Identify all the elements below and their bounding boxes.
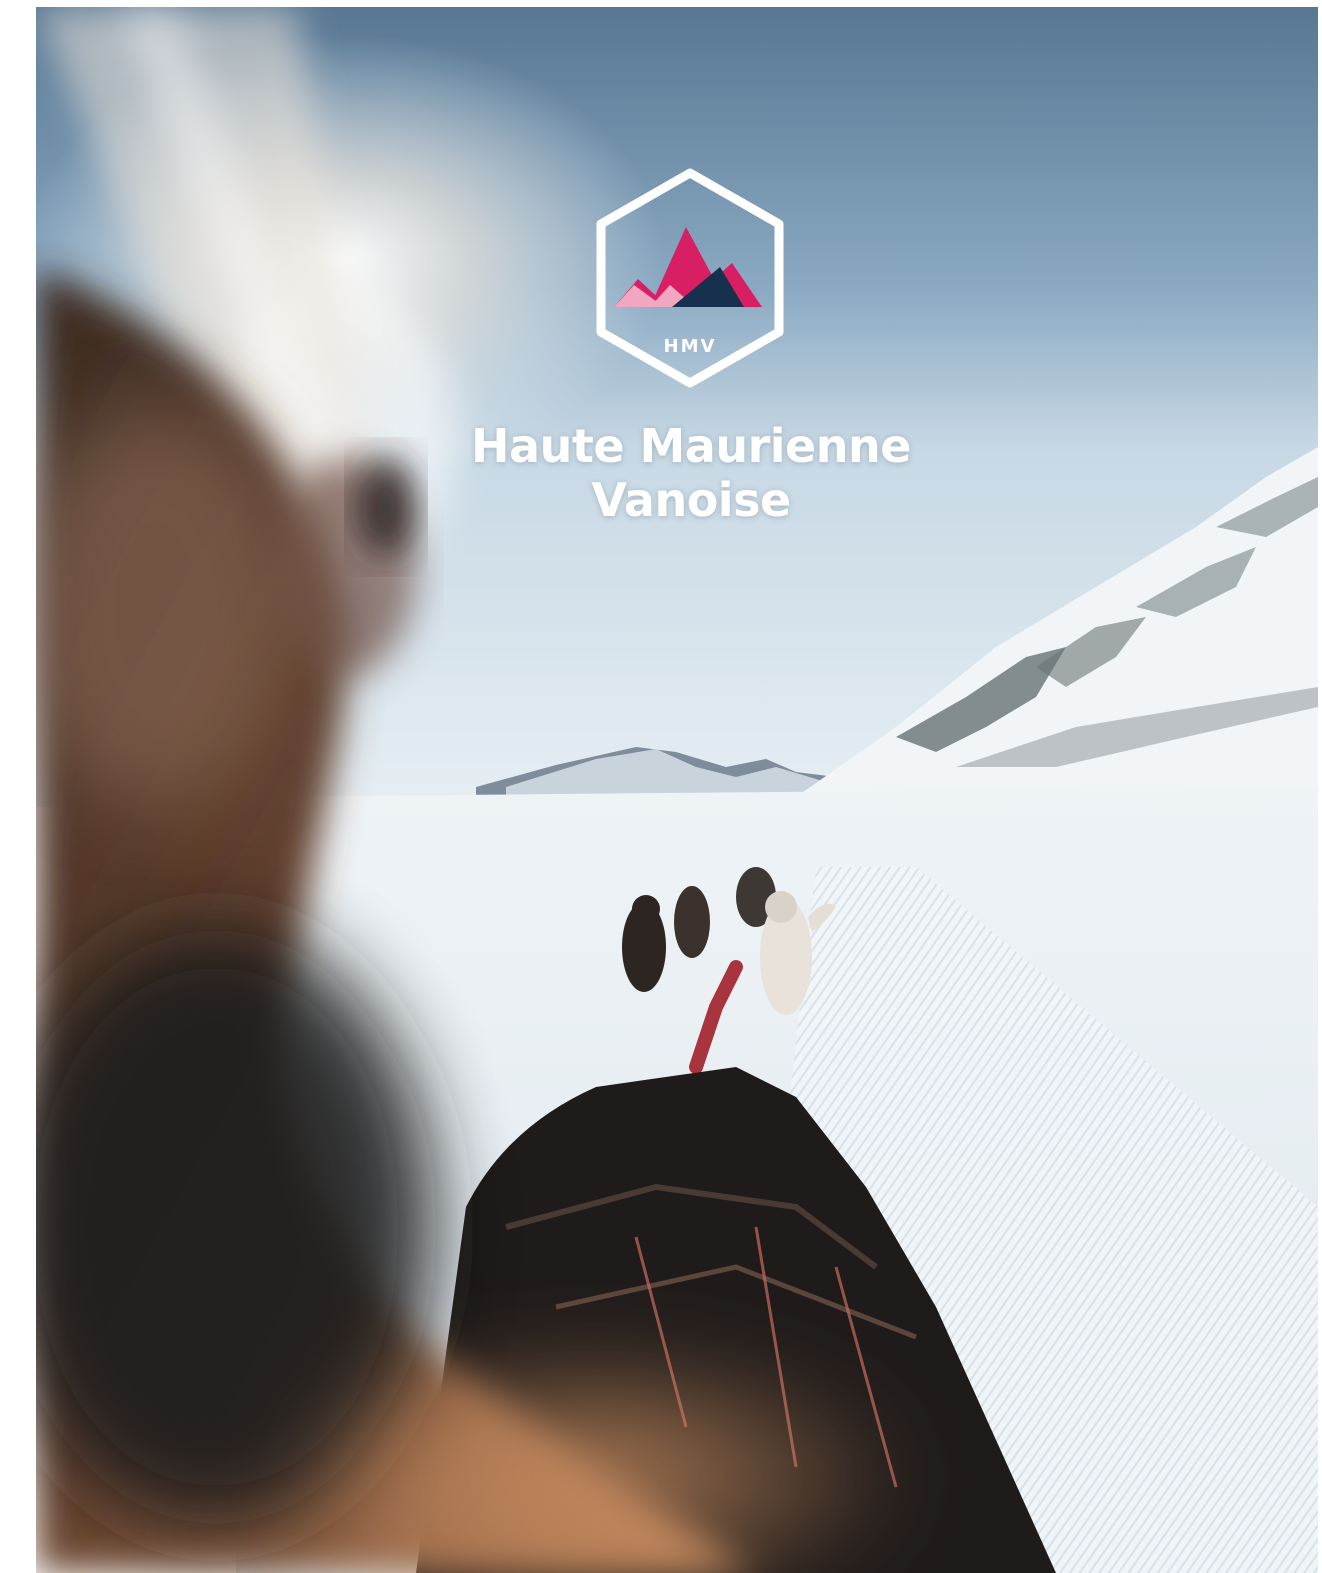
brand-title: Haute Maurienne Vanoise xyxy=(36,419,1318,527)
logo-badge-text: HMV xyxy=(664,336,717,357)
brand-title-line1: Haute Maurienne xyxy=(471,419,911,473)
brand-title-line2: Vanoise xyxy=(591,473,791,527)
hexagon-mountain-icon: HMV xyxy=(596,168,784,388)
hero-photo: HMV Haute Maurienne Vanoise xyxy=(36,7,1318,1573)
